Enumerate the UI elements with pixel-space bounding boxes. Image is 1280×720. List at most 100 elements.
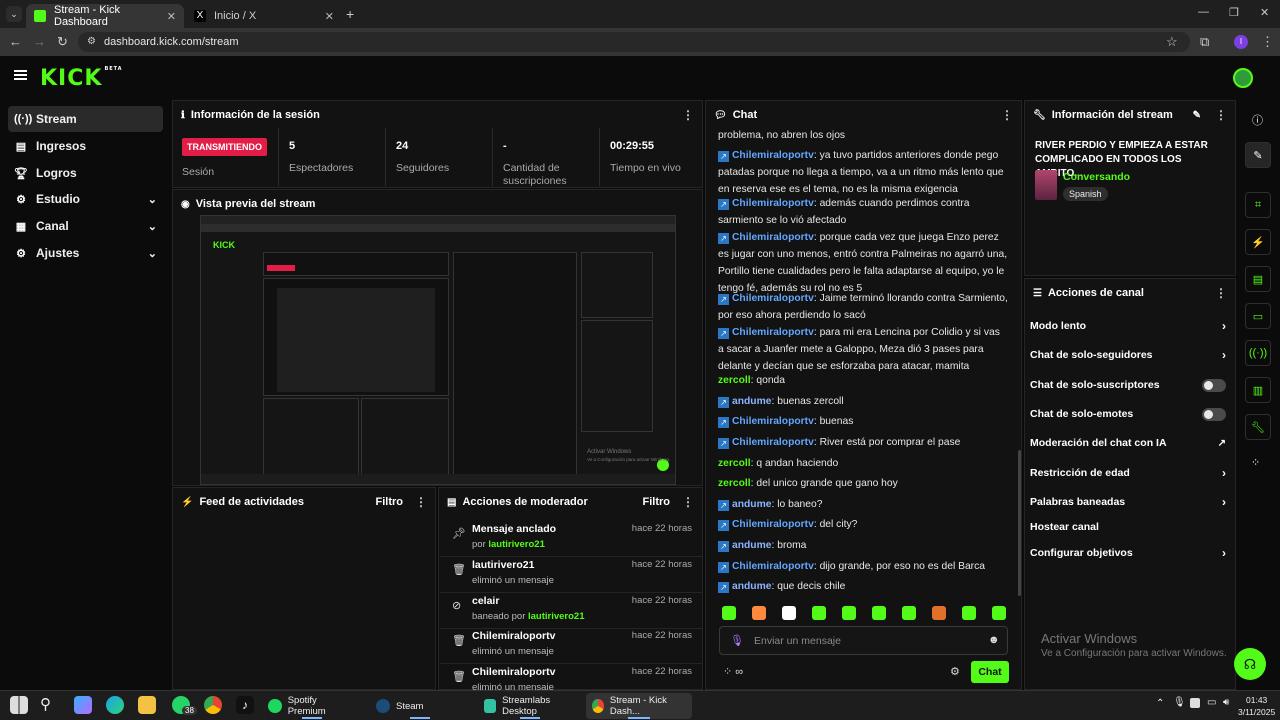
mod-action-row[interactable]: 🗑︎ Chilemiraloportv eliminó un mensaje h… (440, 666, 702, 690)
action-slow-mode[interactable]: Modo lento › (1030, 316, 1226, 336)
sidebar-item-ajustes[interactable]: ⚙ Ajustes ⌄ (8, 240, 163, 266)
close-window-icon[interactable]: ✕ (1260, 6, 1269, 19)
sidebar-item-logros[interactable]: 🏆︎ Logros (8, 160, 163, 186)
chat-username[interactable]: Chilemiraloportv (732, 232, 814, 243)
sidebar-item-stream[interactable]: ((·)) Stream (8, 106, 163, 132)
emote-icon[interactable] (992, 606, 1006, 620)
mod-user[interactable]: lautirivero21 (528, 611, 585, 622)
close-tab-icon[interactable]: ✕ (325, 10, 334, 23)
chrome-icon[interactable] (204, 696, 222, 714)
emote-icon[interactable] (932, 606, 946, 620)
action-followers-only[interactable]: Chat de solo-seguidores › (1030, 345, 1226, 365)
tab-list-button[interactable]: ⌄ (6, 6, 22, 22)
emote-icon[interactable] (782, 606, 796, 620)
action-age-restriction[interactable]: Restricción de edad › (1030, 463, 1226, 483)
new-tab-button[interactable]: + (346, 6, 354, 22)
kebab-menu-icon[interactable]: ⋮ (1215, 108, 1227, 122)
taskbar-time[interactable]: 01:43 (1246, 695, 1267, 705)
rail-lightning-button[interactable]: ⚡ (1245, 229, 1271, 255)
sidebar-item-canal[interactable]: ▦ Canal ⌄ (8, 213, 163, 239)
send-chat-button[interactable]: Chat (971, 661, 1009, 683)
sidebar-item-ingresos[interactable]: ▤ Ingresos (8, 133, 163, 159)
chat-username[interactable]: Chilemiraloportv (732, 198, 814, 209)
chat-username[interactable]: Chilemiraloportv (732, 327, 814, 338)
edge-icon[interactable] (106, 696, 124, 714)
taskbar-date[interactable]: 3/11/2025 (1238, 707, 1275, 717)
chat-settings-icon[interactable]: ⚙ (950, 665, 960, 678)
kebab-menu-icon[interactable]: ⋮ (682, 495, 694, 509)
chat-username[interactable]: andume (732, 540, 771, 551)
rail-wrench-button[interactable]: 🔧︎ (1245, 414, 1271, 440)
taskbar-app-steam[interactable]: Steam (370, 693, 470, 719)
taskbar-app-chrome-kick[interactable]: Stream - Kick Dash... (586, 693, 692, 719)
tab-x[interactable]: X Inicio / X ✕ (186, 4, 342, 28)
support-headset-button[interactable]: ☊ (1234, 648, 1266, 680)
rail-screenshot-button[interactable]: ⌗ (1245, 192, 1271, 218)
tray-app-icon[interactable] (1190, 698, 1200, 708)
forward-icon[interactable]: → (33, 34, 46, 49)
chat-input[interactable]: 🎙︎ Enviar un mensaje ☻ (719, 626, 1008, 655)
rail-chat-button[interactable]: ▭ (1245, 303, 1271, 329)
chat-username[interactable]: Chilemiraloportv (732, 416, 814, 427)
mod-action-row[interactable]: 📌︎ Mensaje anclado por lautirivero21 hac… (440, 523, 702, 557)
subscribers-only-toggle[interactable] (1202, 378, 1226, 392)
user-avatar[interactable] (1233, 68, 1253, 88)
filter-button[interactable]: Filtro (376, 496, 404, 508)
mod-action-row[interactable]: 🗑︎ lautirivero21 eliminó un mensaje hace… (440, 559, 702, 593)
tray-microphone-icon[interactable]: 🎙︎ (1173, 697, 1186, 708)
close-tab-icon[interactable]: ✕ (167, 10, 176, 23)
kebab-menu-icon[interactable]: ⋮ (1001, 108, 1013, 122)
tiktok-icon[interactable]: ♪ (236, 696, 254, 714)
copilot-icon[interactable] (74, 696, 92, 714)
chat-username[interactable]: zercoll (718, 375, 751, 386)
emote-icon[interactable] (902, 606, 916, 620)
tray-chevron-up-icon[interactable]: ⌃ (1156, 698, 1164, 709)
action-host-channel[interactable]: Hostear canal (1030, 517, 1226, 537)
emote-icon[interactable] (722, 606, 736, 620)
profile-avatar[interactable]: I (1234, 35, 1248, 49)
emote-icon[interactable] (842, 606, 856, 620)
network-icon[interactable]: ▭ (1207, 697, 1216, 708)
action-ai-moderation[interactable]: Moderación del chat con IA ↗ (1030, 433, 1226, 453)
emote-icon[interactable] (752, 606, 766, 620)
kebab-menu-icon[interactable]: ⋮ (1215, 286, 1227, 300)
browser-menu-icon[interactable]: ⋮ (1261, 34, 1274, 50)
mod-action-row[interactable]: 🗑︎ Chilemiraloportv eliminó un mensaje h… (440, 630, 702, 664)
windows-start-icon[interactable] (10, 696, 28, 714)
rail-layout-button[interactable]: ▥ (1245, 377, 1271, 403)
sidebar-item-estudio[interactable]: ⚙ Estudio ⌄ (8, 186, 163, 212)
emotes-only-toggle[interactable] (1202, 407, 1226, 421)
emote-icon[interactable] (962, 606, 976, 620)
emote-icon[interactable] (812, 606, 826, 620)
chat-username[interactable]: Chilemiraloportv (732, 437, 814, 448)
category-name[interactable]: Conversando (1063, 171, 1130, 183)
volume-icon[interactable]: 🔊︎ (1223, 697, 1229, 708)
extensions-icon[interactable]: ⧉ (1200, 34, 1209, 50)
mod-user[interactable]: lautirivero21 (488, 539, 545, 550)
tab-kick-dashboard[interactable]: Stream - Kick Dashboard ✕ (26, 4, 184, 28)
minimize-window-icon[interactable]: — (1198, 6, 1209, 18)
chat-username[interactable]: Chilemiraloportv (732, 150, 814, 161)
chat-username[interactable]: andume (732, 581, 771, 592)
category-thumbnail[interactable] (1035, 170, 1057, 200)
chat-username[interactable]: andume (732, 396, 771, 407)
chat-username[interactable]: Chilemiraloportv (732, 293, 814, 304)
stream-preview-video[interactable]: KICK Activar Windows Ve a Configuración … (200, 215, 676, 485)
chat-scrollbar[interactable] (1018, 450, 1021, 596)
taskbar-search-icon[interactable]: ⚲ (40, 695, 51, 713)
more-tools-icon[interactable]: ⁘ (1251, 456, 1260, 469)
info-icon[interactable]: ⓘ (1252, 112, 1263, 128)
kick-logo[interactable]: KICK BETA (40, 66, 123, 91)
url-field[interactable]: ⚙ dashboard.kick.com/stream (78, 32, 1190, 52)
back-icon[interactable]: ← (9, 34, 22, 49)
kebab-menu-icon[interactable]: ⋮ (415, 495, 427, 509)
emoji-picker-icon[interactable]: ☻ (988, 634, 1000, 646)
chat-username[interactable]: zercoll (718, 478, 751, 489)
emote-icon[interactable] (872, 606, 886, 620)
rail-broadcast-button[interactable]: ((·)) (1245, 340, 1271, 366)
hamburger-menu-icon[interactable] (14, 70, 27, 80)
reload-icon[interactable]: ↻ (57, 34, 68, 50)
chat-username[interactable]: zercoll (718, 458, 751, 469)
chat-tools-icon[interactable]: ⁘ ∞ (723, 665, 743, 678)
taskbar-app-streamlabs[interactable]: Streamlabs Desktop (478, 693, 582, 719)
